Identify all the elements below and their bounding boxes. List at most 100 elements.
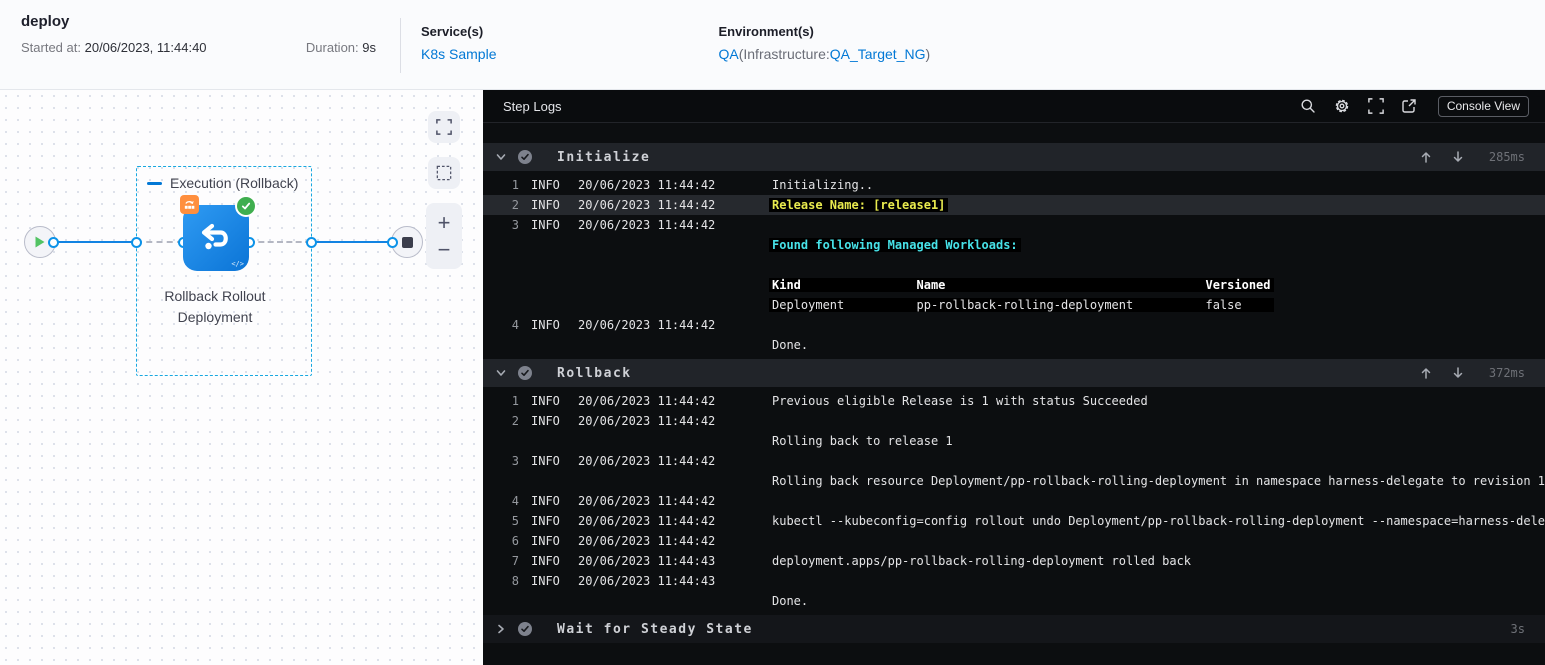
infrastructure-link[interactable]: QA_Target_NG <box>830 46 926 62</box>
chevron-down-icon <box>496 370 506 376</box>
line-number: 1 <box>511 178 519 192</box>
zoom-in-button[interactable]: + <box>438 211 451 233</box>
log-level: INFO <box>531 534 560 548</box>
fullscreen-canvas-button[interactable] <box>428 111 460 143</box>
log-line[interactable]: 2 INFO 20/06/2023 11:44:42 Release Name: [r… <box>483 195 1545 215</box>
maximize-logs-button[interactable] <box>1368 98 1384 114</box>
log-line[interactable]: 1 INFO 20/06/2023 11:44:42 Initializing.. <box>483 175 1545 195</box>
log-line[interactable]: Rolling back to release 1 <box>483 431 1545 451</box>
log-level: INFO <box>531 394 560 408</box>
log-message: Release Name: [release1] <box>769 198 949 212</box>
pipeline-canvas[interactable]: Execution (Rollback) </> Rollback Rollou… <box>0 90 483 665</box>
log-timestamp: 20/06/2023 11:44:42 <box>578 198 716 212</box>
search-logs-button[interactable] <box>1300 98 1316 114</box>
search-icon <box>1301 99 1315 113</box>
log-level: INFO <box>531 318 560 332</box>
log-settings-button[interactable] <box>1333 97 1351 115</box>
zoom-out-button[interactable]: − <box>438 238 451 260</box>
log-level: INFO <box>531 554 560 568</box>
log-line[interactable]: 3 INFO 20/06/2023 11:44:42 <box>483 451 1545 471</box>
log-section-header[interactable]: Rollback 372ms <box>483 359 1545 387</box>
rollout-deployment-badge-icon <box>180 195 199 214</box>
log-line[interactable]: 3 INFO 20/06/2023 11:44:42 <box>483 215 1545 235</box>
chevron-down-icon <box>496 154 506 160</box>
log-rows: 1 INFO 20/06/2023 11:44:42 Previous eligibl… <box>483 391 1545 611</box>
line-number: 4 <box>511 318 519 332</box>
section-duration: 285ms <box>1488 150 1525 164</box>
log-rows: 1 INFO 20/06/2023 11:44:42 Initializing.. 2 I… <box>483 175 1545 355</box>
step-node-rollback-rollout[interactable]: </> <box>180 195 255 271</box>
log-line[interactable]: Done. <box>483 591 1545 611</box>
fullscreen-icon <box>436 119 452 135</box>
log-line[interactable]: Done. <box>483 335 1545 355</box>
scroll-to-bottom-button[interactable] <box>1451 150 1465 164</box>
log-section-header[interactable]: Wait for Steady State 3s <box>483 615 1545 643</box>
environment-link[interactable]: QA <box>718 46 738 62</box>
page-title: deploy <box>21 13 70 30</box>
started-at: Started at: 20/06/2023, 11:44:40 <box>21 40 207 55</box>
line-number: 1 <box>511 394 519 408</box>
log-line[interactable]: 6 INFO 20/06/2023 11:44:42 <box>483 531 1545 551</box>
step-success-icon <box>237 197 255 215</box>
section-duration: 3s <box>1510 622 1525 636</box>
environments-label: Environment(s) <box>718 24 814 39</box>
step-success-icon <box>518 150 532 164</box>
open-in-new-tab-button[interactable] <box>1401 98 1417 114</box>
log-timestamp: 20/06/2023 11:44:42 <box>578 318 716 332</box>
log-line[interactable]: 1 INFO 20/06/2023 11:44:42 Previous eligibl… <box>483 391 1545 411</box>
console-topbar: Step Logs Console View <box>483 90 1545 123</box>
execution-group-box[interactable]: Execution (Rollback) <box>136 166 312 376</box>
rollback-arrow-icon <box>201 223 228 250</box>
scroll-to-bottom-icon <box>1453 367 1463 378</box>
group-collapse-button[interactable] <box>147 181 162 185</box>
service-link[interactable]: K8s Sample <box>421 46 496 62</box>
log-line[interactable]: Deployment pp-rollback-rolling-deploymen… <box>483 295 1545 315</box>
log-line[interactable]: Kind Name Versioned <box>483 275 1545 295</box>
log-line[interactable]: 4 INFO 20/06/2023 11:44:42 <box>483 491 1545 511</box>
scroll-to-top-button[interactable] <box>1419 150 1433 164</box>
gear-icon <box>1335 99 1349 113</box>
services-label: Service(s) <box>421 24 484 39</box>
scroll-to-top-icon <box>1421 368 1431 379</box>
log-level: INFO <box>531 494 560 508</box>
services-block: Service(s) K8s Sample <box>401 0 496 89</box>
duration: Duration: 9s <box>305 40 376 55</box>
edge-connector <box>130 236 142 248</box>
log-message: Kind Name Versioned <box>769 278 1274 292</box>
log-line[interactable]: 4 INFO 20/06/2023 11:44:42 <box>483 315 1545 335</box>
log-line[interactable]: 2 INFO 20/06/2023 11:44:42 <box>483 411 1545 431</box>
log-line[interactable]: 8 INFO 20/06/2023 11:44:43 <box>483 571 1545 591</box>
line-number: 7 <box>511 554 519 568</box>
console-view-button[interactable]: Console View <box>1437 95 1529 117</box>
log-message: Found following Managed Workloads: <box>769 238 1021 252</box>
group-label: Execution (Rollback) <box>170 175 299 191</box>
log-timestamp: 20/06/2023 11:44:42 <box>578 494 716 508</box>
log-timestamp: 20/06/2023 11:44:42 <box>578 534 716 548</box>
log-line[interactable]: 5 INFO 20/06/2023 11:44:42 kubectl --kubeco… <box>483 511 1545 531</box>
scroll-to-top-icon <box>1421 152 1431 163</box>
edge-group-to-step <box>136 241 183 243</box>
scroll-to-bottom-button[interactable] <box>1451 366 1465 380</box>
log-section-header[interactable]: Initialize 285ms <box>483 143 1545 171</box>
log-timestamp: 20/06/2023 11:44:42 <box>578 414 716 428</box>
line-number: 2 <box>511 198 519 212</box>
section-duration: 372ms <box>1488 366 1525 380</box>
line-number: 3 <box>511 218 519 232</box>
log-level: INFO <box>531 454 560 468</box>
edge-connector <box>386 236 398 248</box>
edge-connector <box>47 236 59 248</box>
log-line[interactable] <box>483 255 1545 275</box>
marquee-select-button[interactable] <box>428 157 460 189</box>
log-line[interactable]: Rolling back resource Deployment/pp-roll… <box>483 471 1545 491</box>
scroll-to-bottom-icon <box>1453 151 1463 162</box>
log-timestamp: 20/06/2023 11:44:42 <box>578 454 716 468</box>
marquee-select-icon <box>436 165 452 181</box>
log-timestamp: 20/06/2023 11:44:43 <box>578 554 716 568</box>
log-level: INFO <box>531 414 560 428</box>
environments-block: Environment(s) QA(Infrastructure:QA_Targ… <box>718 0 930 89</box>
scroll-to-top-button[interactable] <box>1419 366 1433 380</box>
log-line[interactable]: Found following Managed Workloads: <box>483 235 1545 255</box>
log-message: Done. <box>772 338 809 352</box>
log-line[interactable]: 7 INFO 20/06/2023 11:44:43 deployment.apps/… <box>483 551 1545 571</box>
log-message: Rolling back resource Deployment/pp-roll… <box>772 474 1545 488</box>
